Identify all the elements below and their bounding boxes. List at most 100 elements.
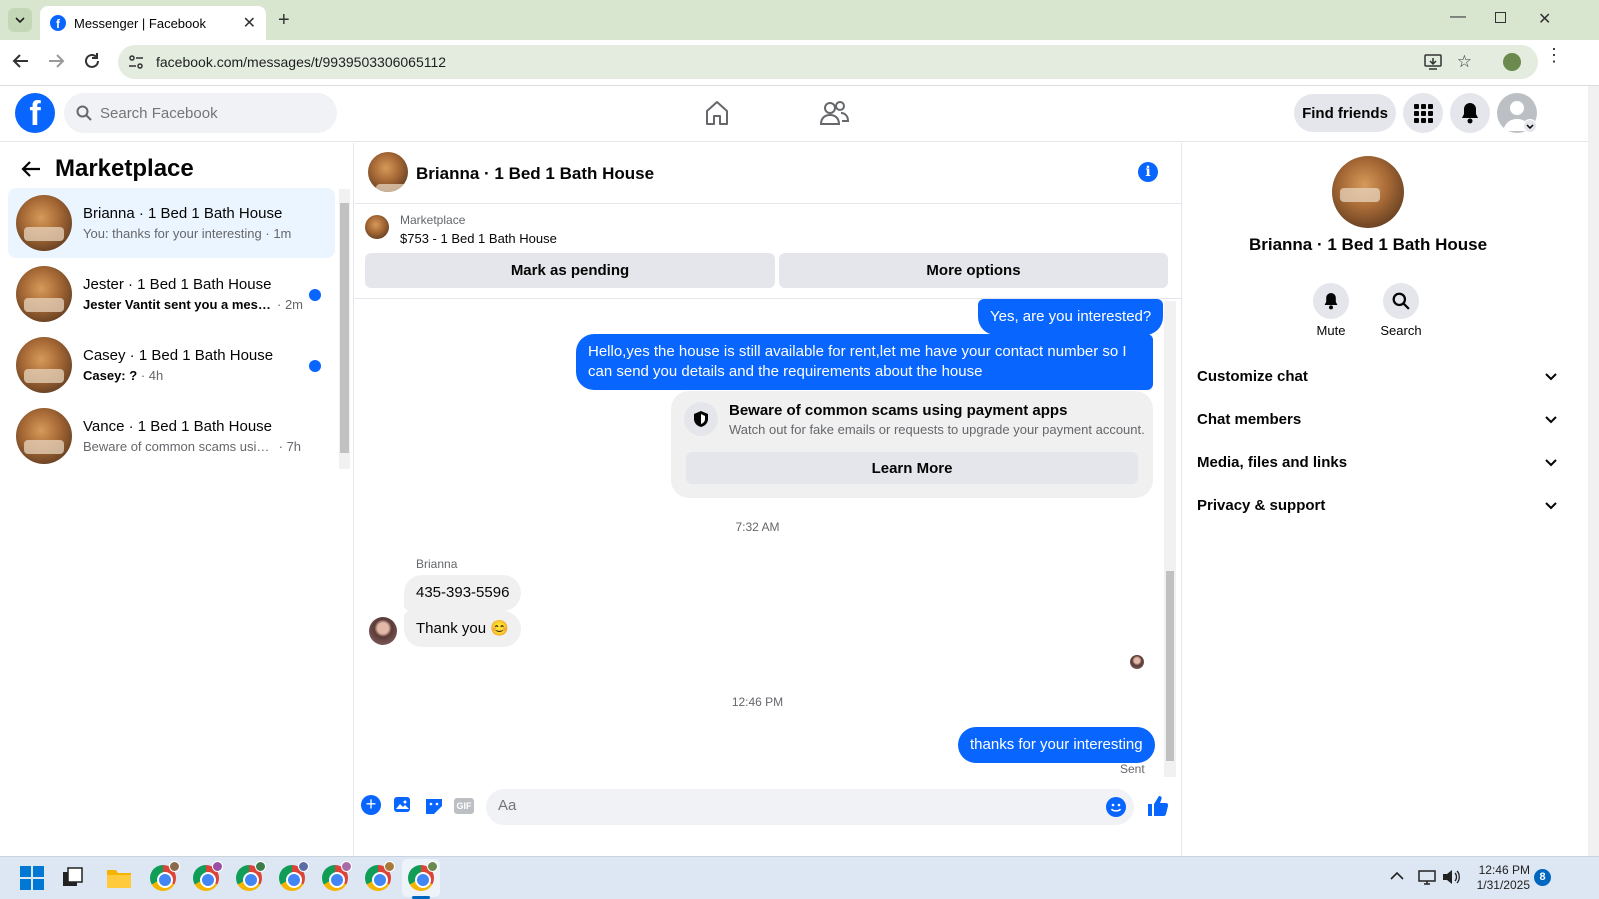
search-in-chat-icon[interactable] (1383, 283, 1419, 319)
conversation-item[interactable]: Vance · 1 Bed 1 Bath House Beware of com… (8, 401, 335, 471)
network-icon[interactable] (1418, 869, 1436, 885)
learn-more-button[interactable]: Learn More (686, 452, 1138, 484)
chrome-profile-icon[interactable] (193, 861, 223, 891)
page-scrollbar[interactable] (1588, 86, 1599, 856)
chat-panel: Brianna · 1 Bed 1 Bath House i Marketpla… (355, 143, 1181, 856)
media-files-links-section[interactable]: Media, files and links (1197, 454, 1557, 471)
more-options-button[interactable]: More options (779, 253, 1168, 288)
mute-bell-icon[interactable] (1313, 283, 1349, 319)
gif-icon[interactable]: GIF (454, 798, 474, 814)
close-tab-icon[interactable]: ✕ (243, 13, 256, 33)
conversation-name: Brianna · 1 Bed 1 Bath House (83, 205, 283, 222)
maximize-icon[interactable] (1495, 12, 1506, 23)
install-app-icon[interactable] (1424, 53, 1442, 71)
read-receipt-avatar (1130, 655, 1144, 669)
home-icon[interactable] (703, 99, 731, 127)
chrome-profile-icon[interactable] (322, 861, 352, 891)
conversation-item[interactable]: Brianna · 1 Bed 1 Bath House You: thanks… (8, 188, 335, 258)
emoji-icon[interactable] (1106, 797, 1126, 817)
browser-menu-icon[interactable]: ⋮ (1545, 46, 1563, 64)
friends-icon[interactable] (819, 99, 849, 127)
search-input[interactable] (100, 104, 320, 122)
clock-time: 12:46 PM (1478, 863, 1530, 877)
notification-badge[interactable]: 8 (1534, 869, 1551, 886)
sender-name: Brianna (416, 557, 458, 571)
info-icon[interactable]: i (1138, 162, 1158, 182)
message-composer[interactable] (486, 789, 1134, 825)
chrome-profile-icon[interactable] (365, 861, 395, 891)
privacy-support-section[interactable]: Privacy & support (1197, 497, 1557, 514)
back-icon[interactable] (12, 52, 30, 70)
search-icon (76, 105, 92, 121)
conversation-item[interactable]: Jester · 1 Bed 1 Bath House Jester Vanti… (8, 259, 335, 329)
conversation-item[interactable]: Casey · 1 Bed 1 Bath House Casey: ? · 4h (8, 330, 335, 400)
tab-search-icon[interactable] (8, 8, 32, 32)
browser-toolbar: facebook.com/messages/t/9939503306065112… (0, 40, 1599, 86)
menu-grid-icon[interactable] (1403, 93, 1443, 133)
chat-avatar[interactable] (368, 152, 408, 192)
unread-dot (309, 289, 321, 301)
bookmark-star-icon[interactable]: ☆ (1457, 52, 1472, 72)
back-arrow-icon[interactable] (21, 160, 41, 178)
chrome-profile-icon[interactable] (279, 861, 309, 891)
sticker-icon[interactable] (424, 796, 444, 815)
search-label[interactable]: Search (1371, 323, 1431, 338)
minimize-icon[interactable]: — (1450, 8, 1466, 26)
facebook-favicon-icon: f (50, 15, 66, 31)
forward-icon[interactable] (47, 52, 65, 70)
incoming-message[interactable]: 435-393-5596 (404, 575, 522, 611)
customize-chat-section[interactable]: Customize chat (1197, 368, 1557, 385)
windows-start-icon[interactable] (20, 866, 48, 894)
listing-thumbnail (16, 195, 72, 251)
photo-icon[interactable] (393, 796, 413, 815)
volume-icon[interactable] (1442, 869, 1460, 885)
contact-avatar[interactable] (1332, 156, 1404, 228)
search-facebook-field[interactable] (64, 93, 337, 133)
browser-tab[interactable]: f Messenger | Facebook ✕ (40, 6, 266, 40)
chrome-profile-icon[interactable] (236, 861, 266, 891)
sender-avatar[interactable] (369, 617, 397, 645)
browser-tab-bar: f Messenger | Facebook ✕ + — ✕ (0, 0, 1599, 40)
conversation-preview: Casey: ? (83, 368, 138, 383)
thumbs-up-icon[interactable] (1146, 794, 1170, 818)
chat-title[interactable]: Brianna · 1 Bed 1 Bath House (416, 164, 654, 184)
chevron-down-icon (1545, 501, 1557, 509)
close-window-icon[interactable]: ✕ (1538, 9, 1551, 29)
message-input[interactable] (498, 797, 1078, 814)
sidebar-scrollbar[interactable] (339, 189, 350, 469)
chrome-profile-icon[interactable] (150, 861, 180, 891)
site-info-icon[interactable] (128, 54, 144, 70)
contact-name: Brianna · 1 Bed 1 Bath House (1248, 235, 1488, 254)
outgoing-message[interactable]: Yes, are you interested? (978, 299, 1164, 335)
section-label: Customize chat (1197, 368, 1308, 385)
new-tab-icon[interactable]: + (278, 9, 290, 32)
chat-scrollbar[interactable] (1164, 301, 1176, 777)
notifications-bell-icon[interactable] (1450, 93, 1490, 133)
address-bar[interactable]: facebook.com/messages/t/9939503306065112… (118, 45, 1538, 79)
listing-thumbnail (16, 337, 72, 393)
mark-as-pending-button[interactable]: Mark as pending (365, 253, 775, 288)
listing-price-title[interactable]: $753 - 1 Bed 1 Bath House (400, 231, 557, 246)
chrome-profile-icon[interactable] (408, 861, 438, 891)
outgoing-message[interactable]: Hello,yes the house is still available f… (576, 334, 1153, 390)
timestamp: 7:32 AM (735, 520, 780, 534)
outgoing-message[interactable]: thanks for your interesting (958, 727, 1155, 763)
incoming-message[interactable]: Thank you 😊 (404, 611, 521, 647)
file-explorer-icon[interactable] (106, 867, 134, 895)
profile-icon[interactable] (1503, 53, 1521, 71)
reload-icon[interactable] (83, 52, 101, 70)
conversation-name: Casey · 1 Bed 1 Bath House (83, 347, 274, 364)
mute-label[interactable]: Mute (1301, 323, 1361, 338)
conversation-preview: You: thanks for your interesting (83, 226, 262, 241)
tray-chevron-up-icon[interactable] (1390, 871, 1404, 880)
shield-icon (684, 402, 718, 436)
chat-members-section[interactable]: Chat members (1197, 411, 1557, 428)
clock[interactable]: 12:46 PM 1/31/2025 (1470, 863, 1530, 893)
chevron-down-icon (1545, 458, 1557, 466)
task-view-icon[interactable] (62, 867, 90, 895)
facebook-logo-icon[interactable]: f (15, 93, 55, 133)
account-chevron-icon[interactable] (1523, 119, 1537, 133)
find-friends-button[interactable]: Find friends (1294, 94, 1396, 132)
add-attachment-icon[interactable]: + (361, 795, 381, 815)
conversation-sidebar: Marketplace Brianna · 1 Bed 1 Bath House… (0, 143, 354, 856)
